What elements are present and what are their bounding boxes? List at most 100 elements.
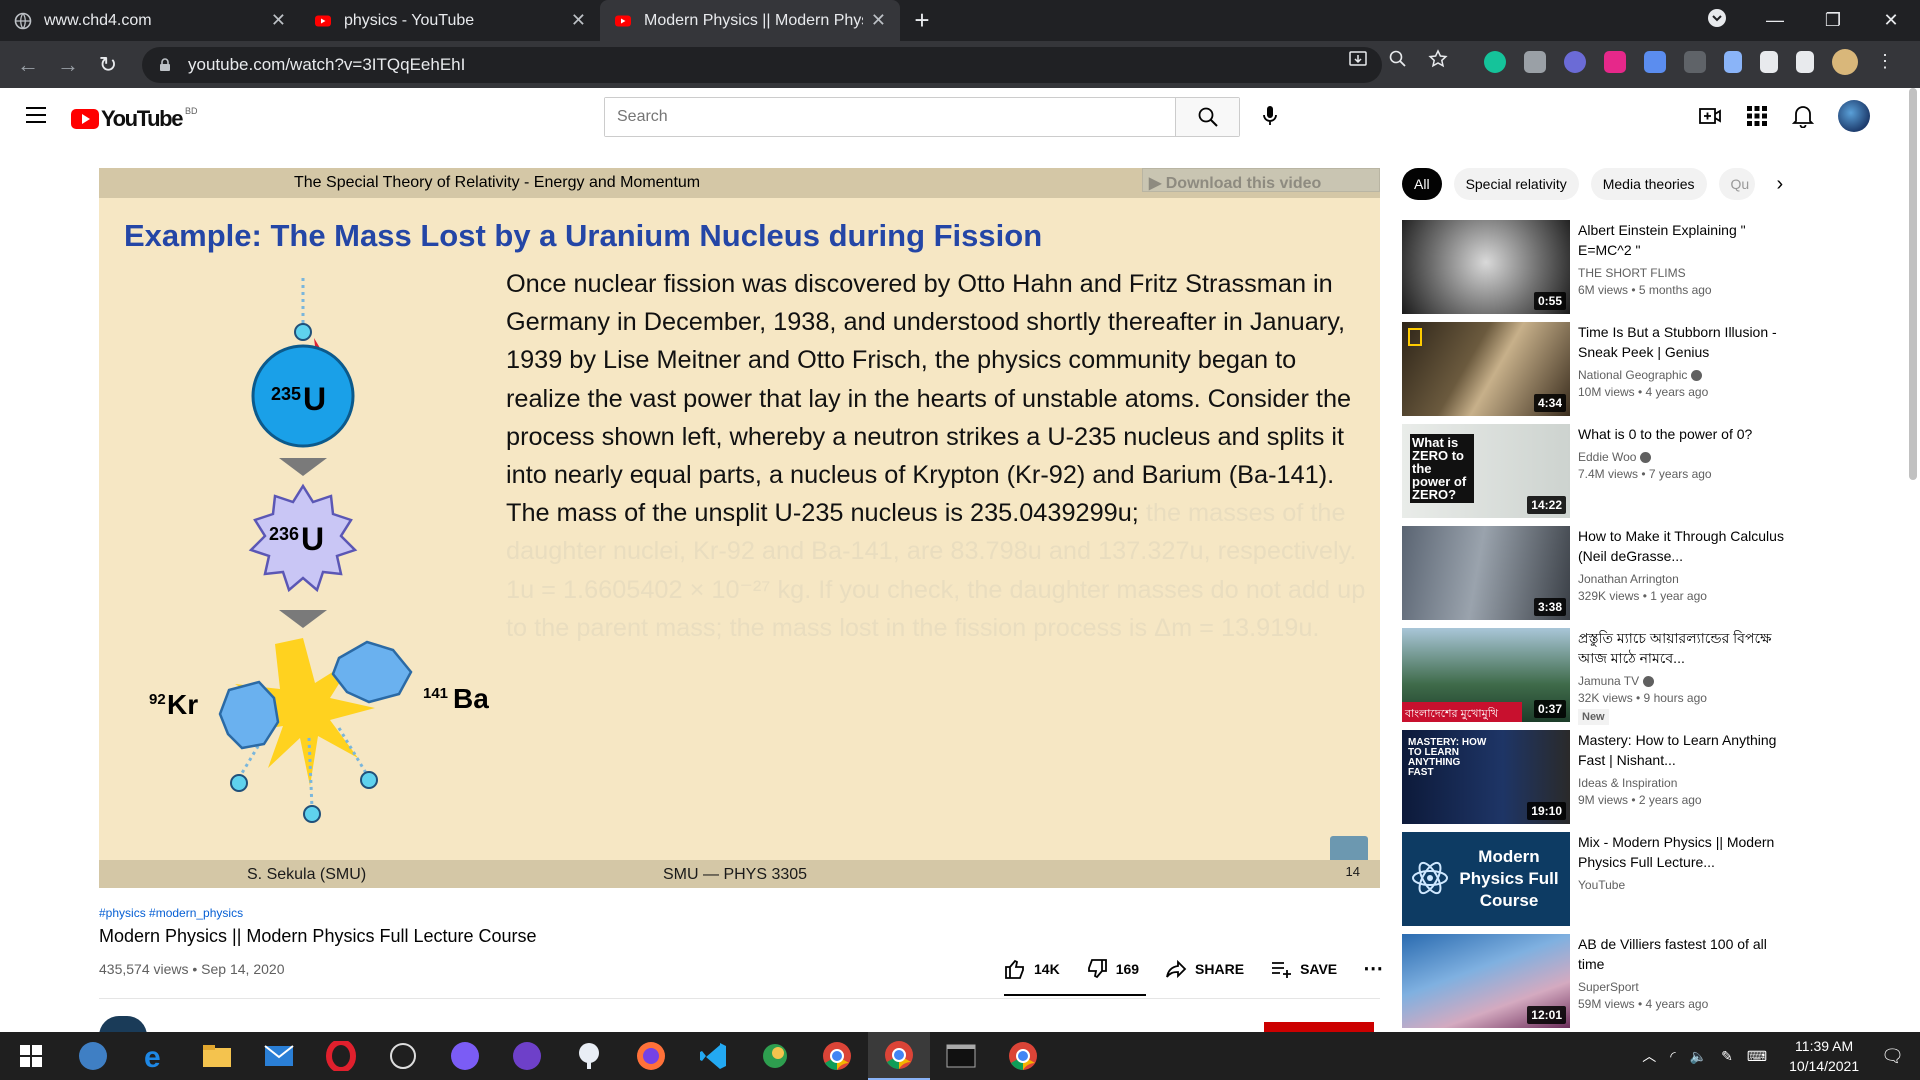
chip-media-theories[interactable]: Media theories [1590,168,1707,200]
browser-tab[interactable]: physics - YouTube ✕ [300,0,600,41]
chrome-icon-active[interactable] [868,1032,930,1080]
vscode-icon[interactable] [682,1032,744,1080]
wifi-icon[interactable]: ◜ [1670,1048,1675,1065]
github-desktop-icon[interactable] [496,1032,558,1080]
mail-icon[interactable] [248,1032,310,1080]
account-avatar[interactable] [1838,100,1870,132]
new-badge: New [1578,709,1609,725]
share-button[interactable]: SHARE [1165,958,1244,980]
satellite-app-icon[interactable] [372,1032,434,1080]
browser-tab-active[interactable]: Modern Physics || Modern Physic ✕ [600,0,900,41]
opera-icon[interactable] [310,1032,372,1080]
keyboard-icon[interactable]: ⌨ [1747,1048,1767,1065]
dislike-button[interactable]: 169 [1086,958,1139,980]
recommendation-item[interactable]: বাংলাদেশের মুখোমুখি আয়ার 0:37 প্রস্তুতি… [1402,628,1902,725]
recommendation-item[interactable]: 0:55 Albert Einstein Explaining " E=MC^2… [1402,220,1902,314]
app-icon[interactable] [558,1032,620,1080]
pen-icon[interactable]: ✎ [1721,1048,1733,1065]
voice-search-button[interactable] [1254,100,1286,132]
like-button[interactable]: 14K [1004,958,1060,980]
recommendation-item[interactable]: 12:01 AB de Villiers fastest 100 of all … [1402,934,1902,1028]
notifications-icon[interactable]: 🗨 [1881,1046,1904,1067]
new-tab-button[interactable]: + [900,0,944,41]
search-input[interactable] [605,98,1175,136]
recommendation-item[interactable]: 4:34 Time Is But a Stubborn Illusion - S… [1402,322,1902,416]
camera-icon[interactable] [1524,51,1546,73]
country-code: BD [185,106,198,116]
extension-icon[interactable] [1684,51,1706,73]
browser-tab[interactable]: www.chd4.com ✕ [0,0,300,41]
video-thumbnail[interactable]: What is ZERO to the power of ZERO? 14:22 [1402,424,1570,518]
start-windows-icon[interactable] [0,1032,62,1080]
system-tray: ︿ ◜ 🔈 ✎ ⌨ 11:39 AM 10/14/2021 🗨 [1642,1032,1920,1080]
clock-date: 10/14/2021 [1789,1058,1860,1074]
pen-extension-icon[interactable] [1724,51,1742,73]
terminal-icon[interactable] [930,1032,992,1080]
close-window-icon[interactable]: ✕ [1862,10,1920,31]
file-explorer-icon[interactable] [186,1032,248,1080]
reading-list-icon[interactable] [1796,51,1814,73]
maximize-icon[interactable]: ❐ [1804,10,1862,31]
address-bar[interactable]: youtube.com/watch?v=3ITQqEehEhI [142,46,1382,83]
profile-avatar[interactable] [1832,49,1858,75]
back-icon[interactable]: ← [8,52,48,78]
video-player[interactable]: The Special Theory of Relativity - Energ… [99,168,1380,888]
video-thumbnail[interactable]: বাংলাদেশের মুখোমুখি আয়ার 0:37 [1402,628,1570,722]
verified-icon [1640,451,1652,463]
reload-icon[interactable]: ↻ [88,52,128,78]
play-extension-icon[interactable] [1604,51,1626,73]
recommendation-item[interactable]: What is ZERO to the power of ZERO? 14:22… [1402,424,1902,518]
taskbar-apps: e [0,1032,1054,1080]
extension-icon[interactable] [1564,51,1586,73]
video-thumbnail[interactable]: 3:38 [1402,526,1570,620]
recommendation-item[interactable]: Modern Physics Full Course Mix - Modern … [1402,832,1902,926]
chip-all[interactable]: All [1402,168,1442,200]
subscribe-button[interactable] [1264,1022,1374,1032]
edge-legacy-icon[interactable]: e [124,1032,186,1080]
clock[interactable]: 11:39 AM 10/14/2021 [1789,1036,1859,1076]
forward-icon[interactable]: → [48,52,88,78]
chrome-profile-icon[interactable] [992,1032,1054,1080]
qbittorrent-icon[interactable] [62,1032,124,1080]
search-button[interactable] [1175,98,1239,136]
more-actions-icon[interactable]: ⋯ [1363,956,1383,981]
apps-grid-icon[interactable] [1746,105,1768,127]
tab-close-icon[interactable]: ✕ [871,10,886,31]
puzzle-icon[interactable] [1760,51,1778,73]
download-video-button[interactable]: ▶ Download this video [1142,168,1380,192]
firefox-icon[interactable] [620,1032,682,1080]
video-thumbnail[interactable]: 0:55 [1402,220,1570,314]
create-video-icon[interactable] [1698,104,1722,128]
recommendation-item[interactable]: MASTERY: HOW TO LEARN ANYTHING FAST 19:1… [1402,730,1902,824]
minimize-icon[interactable]: — [1746,10,1804,31]
install-icon[interactable] [1348,49,1368,69]
hamburger-menu-icon[interactable] [26,107,46,128]
volume-icon[interactable]: 🔈 [1690,1048,1707,1065]
video-thumbnail[interactable]: 12:01 [1402,934,1570,1028]
bookmark-star-icon[interactable] [1428,49,1448,69]
video-thumbnail[interactable]: 4:34 [1402,322,1570,416]
hashtags-link[interactable]: #physics #modern_physics [99,906,1380,920]
tab-close-icon[interactable]: ✕ [571,10,586,31]
chip-special-relativity[interactable]: Special relativity [1453,168,1579,200]
chevron-up-icon[interactable]: ︿ [1642,1046,1656,1066]
recommendation-item[interactable]: 3:38 How to Make it Through Calculus (Ne… [1402,526,1902,620]
app-icon[interactable] [744,1032,806,1080]
tab-search-icon[interactable] [1688,8,1746,33]
zoom-icon[interactable] [1388,49,1408,69]
video-thumbnail[interactable]: Modern Physics Full Course [1402,832,1570,926]
menu-kebab-icon[interactable]: ⋮ [1876,51,1894,73]
video-thumbnail[interactable]: MASTERY: HOW TO LEARN ANYTHING FAST 19:1… [1402,730,1570,824]
tab-close-icon[interactable]: ✕ [271,10,286,31]
chrome-icon[interactable] [806,1032,868,1080]
grammarly-icon[interactable] [1484,51,1506,73]
atom-icon [1412,861,1448,895]
youtube-logo[interactable]: YouTube BD [71,106,198,132]
messenger-icon[interactable] [434,1032,496,1080]
page-scrollbar[interactable] [1909,88,1917,480]
notifications-bell-icon[interactable] [1792,104,1814,128]
chevron-right-icon[interactable]: › [1777,173,1784,196]
chip-partial[interactable]: Qu [1718,168,1755,200]
save-button[interactable]: SAVE [1270,958,1337,980]
download-extension-icon[interactable] [1644,51,1666,73]
